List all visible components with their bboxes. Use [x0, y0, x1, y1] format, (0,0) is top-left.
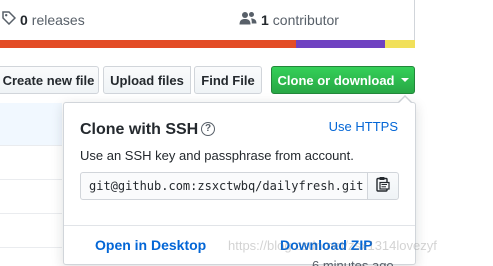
popover-arrow-inner	[399, 97, 411, 103]
upload-files-label: Upload files	[110, 72, 184, 88]
watermark: https://blog.csdn.net/zsx1314lovezyf	[228, 238, 437, 253]
language-segment[interactable]	[0, 40, 296, 48]
releases-label: releases	[31, 11, 85, 28]
create-new-file-label: Create new file	[2, 72, 95, 88]
create-new-file-button[interactable]: Create new file	[0, 66, 99, 94]
file-list-row[interactable]	[0, 180, 62, 214]
contributors-count: 1	[261, 11, 269, 28]
repo-stats-bar: 0 releases 1 contributor	[0, 0, 415, 40]
tag-icon	[2, 11, 17, 28]
file-list-header-row	[0, 103, 62, 146]
upload-files-button[interactable]: Upload files	[103, 66, 191, 94]
clone-or-download-label: Clone or download	[277, 72, 395, 88]
clone-or-download-button[interactable]: Clone or download	[271, 66, 415, 94]
language-segment[interactable]	[384, 40, 415, 48]
chevron-down-icon	[400, 78, 409, 82]
clone-url-input[interactable]: git@github.com:zsxctwbq/dailyfresh.git	[80, 172, 368, 200]
file-list-row[interactable]	[0, 214, 62, 248]
file-list-row[interactable]	[0, 146, 62, 180]
use-https-link[interactable]: Use HTTPS	[329, 119, 398, 134]
last-updated-text: 6 minutes ago	[312, 258, 394, 266]
contributors-label: contributor	[272, 11, 339, 28]
popover-title: Clone with SSH	[80, 121, 199, 138]
question-circle-icon[interactable]: ?	[201, 122, 215, 136]
releases-count: 0	[20, 11, 28, 28]
find-file-button[interactable]: Find File	[194, 66, 262, 94]
people-icon	[239, 11, 257, 28]
releases-link[interactable]: 0 releases	[2, 11, 85, 28]
clone-url-group: git@github.com:zsxctwbq/dailyfresh.git	[80, 172, 399, 200]
popover-divider	[64, 225, 415, 226]
open-in-desktop-link[interactable]: Open in Desktop	[95, 237, 206, 253]
language-bar[interactable]	[0, 40, 415, 48]
copy-url-button[interactable]	[367, 172, 399, 200]
clipboard-icon	[376, 176, 390, 197]
popover-description: Use an SSH key and passphrase from accou…	[80, 148, 354, 163]
find-file-label: Find File	[201, 72, 255, 88]
contributors-link[interactable]: 1 contributor	[239, 11, 339, 28]
language-segment[interactable]	[295, 40, 385, 48]
